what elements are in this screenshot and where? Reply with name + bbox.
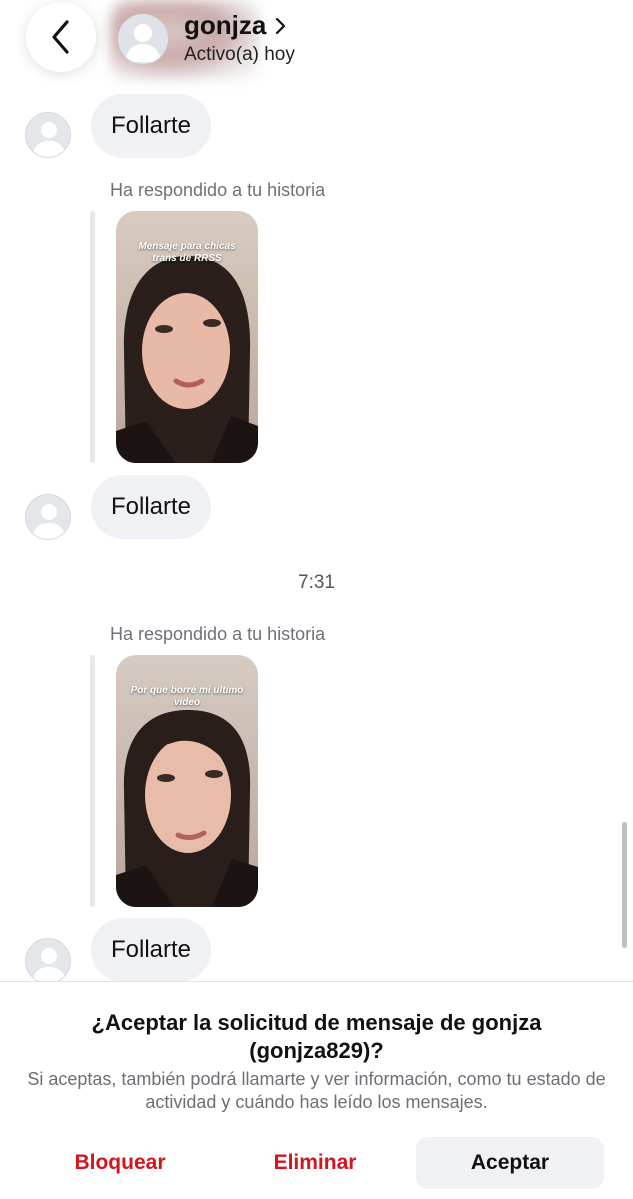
delete-button[interactable]: Eliminar [235, 1137, 395, 1189]
sender-avatar[interactable] [25, 494, 71, 540]
default-avatar-icon [118, 14, 168, 64]
sender-avatar[interactable] [25, 938, 71, 984]
chevron-left-icon [52, 20, 69, 54]
header-username[interactable]: gonjza [184, 10, 286, 41]
chat-screen: gonjza Activo(a) hoy Follarte Ha respond… [0, 0, 633, 1199]
story-caption: Mensaje para chicas trans de RRSS [138, 241, 236, 264]
story-thumbnail[interactable]: Mensaje para chicas trans de RRSS [116, 211, 258, 463]
message-text: Follarte [111, 112, 192, 139]
request-title: ¿Aceptar la solicitud de mensaje de gonj… [91, 1010, 542, 1063]
message-text: Follarte [111, 493, 192, 520]
story-thumbnail[interactable]: Por que borré mi ultimo video [116, 655, 258, 907]
activity-status: Activo(a) hoy [184, 44, 295, 65]
message-bubble[interactable]: Follarte [91, 94, 212, 158]
header-avatar[interactable] [118, 14, 168, 64]
reply-quote-bar [90, 211, 95, 463]
username-text: gonjza [184, 10, 267, 40]
story-caption: Por que borré mi ultimo video [130, 685, 244, 708]
message-bubble[interactable]: Follarte [91, 475, 212, 539]
message-request-panel: ¿Aceptar la solicitud de mensaje de gonj… [0, 981, 633, 1199]
request-description: Si aceptas, también podrá llamarte y ver… [27, 1069, 606, 1112]
story-reply-label: Ha respondido a tu historia [110, 180, 326, 200]
story-reply-label: Ha respondido a tu historia [110, 624, 326, 644]
sender-avatar[interactable] [25, 112, 71, 158]
block-button[interactable]: Bloquear [40, 1137, 200, 1189]
accept-button[interactable]: Aceptar [416, 1137, 604, 1189]
chevron-right-icon [276, 17, 286, 34]
reply-quote-bar [90, 655, 95, 907]
back-button[interactable] [26, 2, 96, 72]
default-avatar-icon [26, 495, 70, 539]
scrollbar[interactable] [622, 822, 627, 948]
message-text: Follarte [111, 936, 192, 963]
chat-header: gonjza Activo(a) hoy [0, 0, 633, 95]
message-bubble[interactable]: Follarte [91, 918, 212, 982]
timestamp-separator: 7:31 [298, 572, 335, 593]
default-avatar-icon [26, 113, 70, 157]
default-avatar-icon [26, 939, 70, 983]
